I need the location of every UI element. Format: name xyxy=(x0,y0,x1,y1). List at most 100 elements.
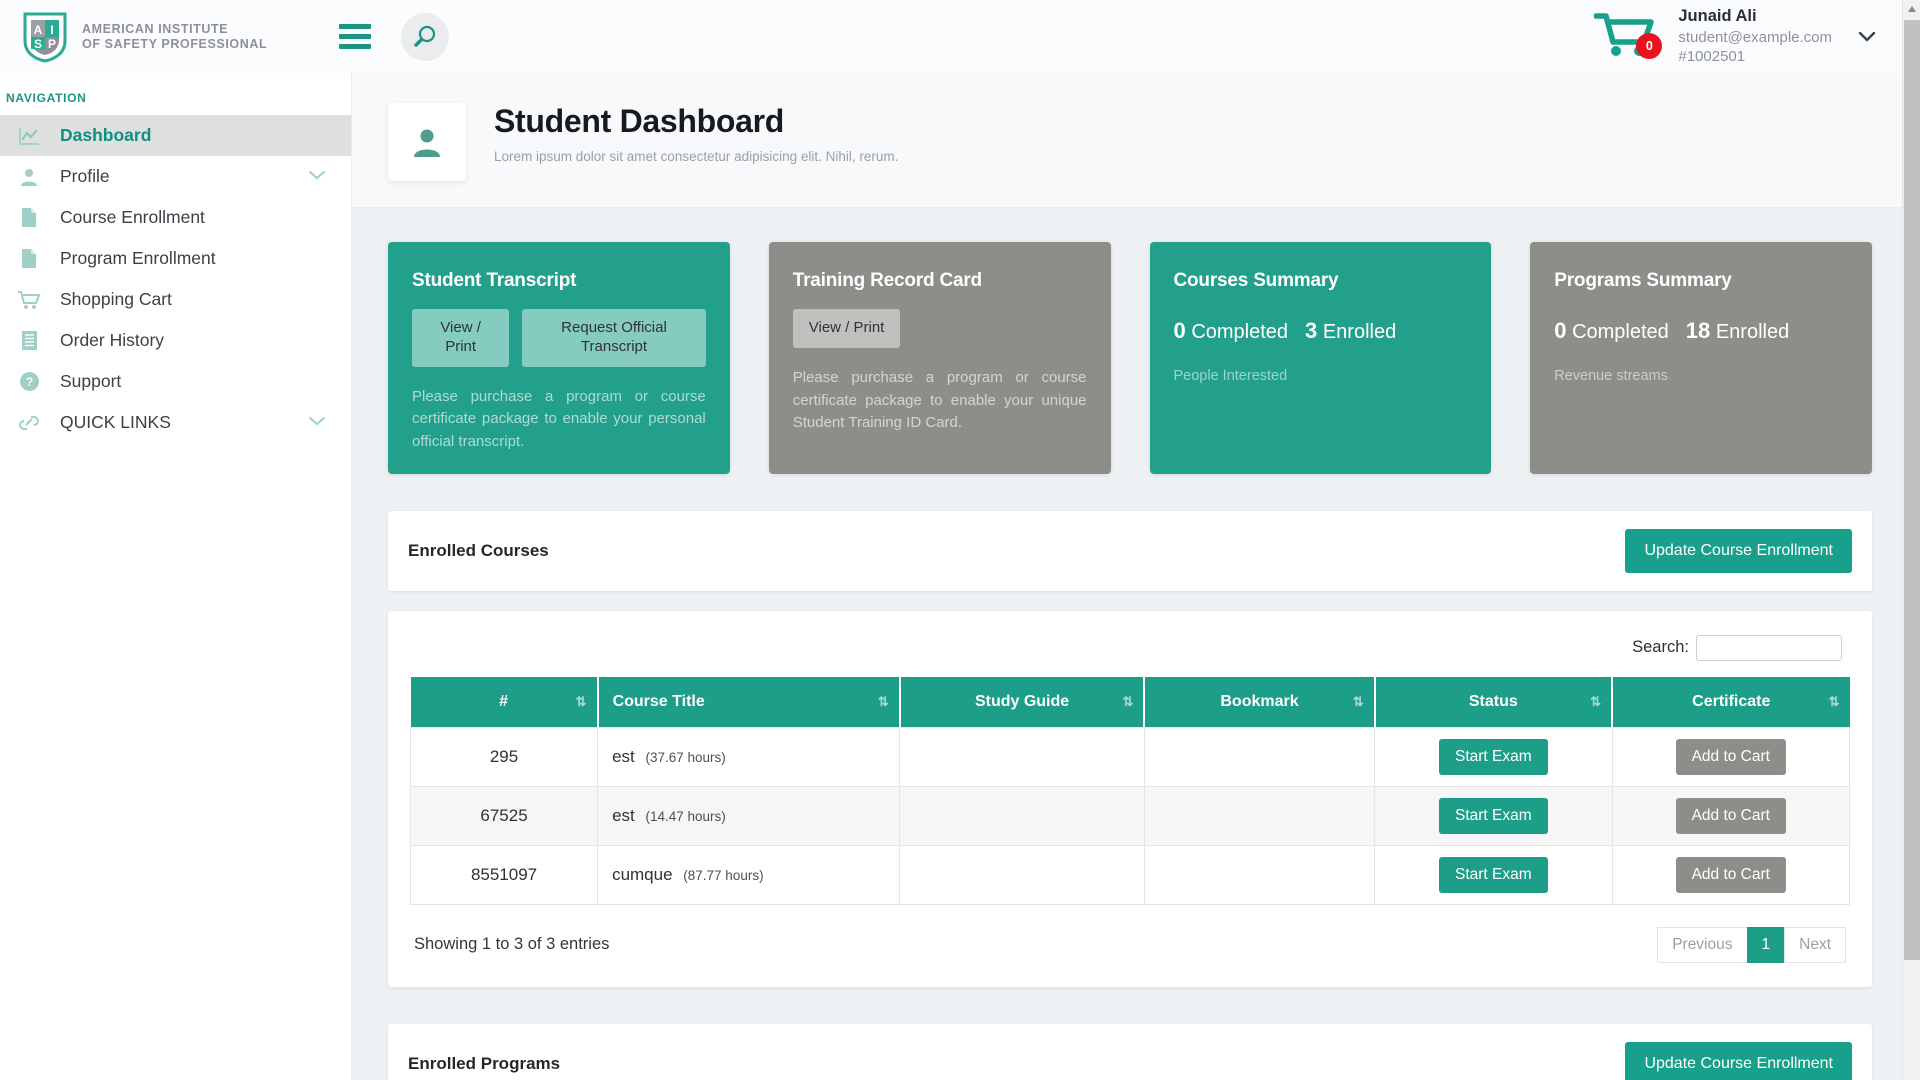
pagination-next[interactable]: Next xyxy=(1784,927,1846,963)
table-footer: Showing 1 to 3 of 3 entries Previous 1 N… xyxy=(410,905,1850,969)
sidebar-item-label: Profile xyxy=(60,166,110,187)
panel-header: Enrolled Programs Update Course Enrollme… xyxy=(388,1024,1872,1080)
sidebar-item-course-enrollment[interactable]: Course Enrollment xyxy=(0,197,351,238)
main-content: Student Dashboard Lorem ipsum dolor sit … xyxy=(352,73,1920,1080)
cell-certificate: Add to Cart xyxy=(1612,845,1849,904)
cell-study-guide xyxy=(900,786,1145,845)
hamburger-icon[interactable] xyxy=(339,24,371,49)
add-to-cart-button[interactable]: Add to Cart xyxy=(1676,857,1786,893)
update-program-enrollment-button[interactable]: Update Course Enrollment xyxy=(1625,1042,1852,1080)
hamburger-bar xyxy=(339,34,371,39)
user-info: Junaid Ali student@example.com #1002501 xyxy=(1678,6,1832,67)
column-header-bookmark[interactable]: Bookmark ⇅ xyxy=(1144,677,1374,728)
svg-text:I: I xyxy=(50,23,53,37)
link-icon xyxy=(14,413,44,433)
sidebar-item-dashboard[interactable]: Dashboard xyxy=(0,115,351,156)
user-area[interactable]: 0 Junaid Ali student@example.com #100250… xyxy=(1594,6,1920,67)
sidebar-item-program-enrollment[interactable]: Program Enrollment xyxy=(0,238,351,279)
sidebar-section-label: NAVIGATION xyxy=(0,85,351,115)
sidebar-item-support[interactable]: ? Support xyxy=(0,361,351,402)
table-head: # ⇅ Course Title ⇅ Study Guide ⇅ xyxy=(411,677,1850,728)
cell-status: Start Exam xyxy=(1375,786,1612,845)
sidebar-item-label: Course Enrollment xyxy=(60,207,205,228)
table-body: 295 est (37.67 hours) Start Exam xyxy=(411,727,1850,904)
aisp-shield-icon: A I S P xyxy=(22,11,68,63)
page-subtitle: Lorem ipsum dolor sit amet consectetur a… xyxy=(494,149,898,164)
page-scrollbar[interactable] xyxy=(1902,0,1920,1080)
search-button[interactable] xyxy=(401,13,449,61)
card-courses-summary: Courses Summary 0 Completed 3 Enrolled xyxy=(1150,242,1492,474)
sidebar-item-profile[interactable]: Profile xyxy=(0,156,351,197)
pagination-page-1[interactable]: 1 xyxy=(1747,927,1786,963)
card-subtext: Revenue streams xyxy=(1554,368,1848,384)
user-menu-chevron-down-icon[interactable] xyxy=(1856,25,1878,47)
user-avatar-icon xyxy=(410,125,444,159)
hamburger-bar xyxy=(339,24,371,29)
sidebar: NAVIGATION Dashboard Profile xyxy=(0,73,352,1080)
enrolled-label: Enrolled xyxy=(1716,321,1789,343)
update-course-enrollment-button[interactable]: Update Course Enrollment xyxy=(1625,529,1852,573)
card-title: Courses Summary xyxy=(1174,270,1468,292)
enrolled-stat: 18 Enrolled xyxy=(1686,318,1789,344)
view-print-button[interactable]: View / Print xyxy=(793,309,901,348)
column-header-number[interactable]: # ⇅ xyxy=(411,677,598,728)
cell-status: Start Exam xyxy=(1375,845,1612,904)
pagination-previous[interactable]: Previous xyxy=(1657,927,1747,963)
add-to-cart-button[interactable]: Add to Cart xyxy=(1676,739,1786,775)
card-programs-summary: Programs Summary 0 Completed 18 Enrolled xyxy=(1530,242,1872,474)
column-header-status[interactable]: Status ⇅ xyxy=(1375,677,1612,728)
chevron-down-icon[interactable] xyxy=(307,168,327,186)
top-bar: A I S P AMERICAN INSTITUTE OF SAFETY PRO… xyxy=(0,0,1920,73)
user-email: student@example.com xyxy=(1678,28,1832,48)
sidebar-item-shopping-cart[interactable]: Shopping Cart xyxy=(0,279,351,320)
svg-text:S: S xyxy=(34,37,42,51)
enrolled-value: 3 xyxy=(1305,318,1317,343)
cart-button[interactable]: 0 xyxy=(1594,12,1660,60)
view-print-button[interactable]: View / Print xyxy=(412,309,509,367)
shopping-cart-icon xyxy=(14,290,44,310)
chart-line-icon xyxy=(14,126,44,146)
start-exam-button[interactable]: Start Exam xyxy=(1439,857,1548,893)
column-header-certificate[interactable]: Certificate ⇅ xyxy=(1612,677,1849,728)
enrolled-stat: 3 Enrolled xyxy=(1305,318,1396,344)
table-row: 67525 est (14.47 hours) Start Exam xyxy=(411,786,1850,845)
sidebar-item-quick-links[interactable]: QUICK LINKS xyxy=(0,402,351,443)
column-label: Course Title xyxy=(613,693,705,710)
user-name: Junaid Ali xyxy=(1678,6,1832,28)
completed-stat: 0 Completed xyxy=(1554,318,1669,344)
column-header-study-guide[interactable]: Study Guide ⇅ xyxy=(900,677,1145,728)
course-title-text: est xyxy=(612,806,635,825)
scrollbar-thumb[interactable] xyxy=(1904,20,1920,960)
cell-number: 67525 xyxy=(411,786,598,845)
add-to-cart-button[interactable]: Add to Cart xyxy=(1676,798,1786,834)
course-hours: (87.77 hours) xyxy=(683,868,763,883)
cell-number: 8551097 xyxy=(411,845,598,904)
chevron-down-icon[interactable] xyxy=(307,414,327,432)
start-exam-button[interactable]: Start Exam xyxy=(1439,739,1548,775)
column-label: Study Guide xyxy=(975,693,1069,710)
sidebar-item-label: Support xyxy=(60,371,121,392)
card-note: Please purchase a program or course cert… xyxy=(793,367,1087,435)
scroll-up-arrow-icon[interactable] xyxy=(1903,0,1920,18)
request-official-transcript-button[interactable]: Request Official Transcript xyxy=(522,309,706,367)
card-title: Student Transcript xyxy=(412,270,706,292)
search-input[interactable] xyxy=(1696,635,1842,661)
card-actions: View / Print Request Official Transcript xyxy=(412,309,706,367)
cell-course-title: cumque (87.77 hours) xyxy=(598,845,900,904)
completed-value: 0 xyxy=(1554,318,1566,343)
svg-text:?: ? xyxy=(25,375,32,389)
table-search: Search: xyxy=(410,631,1850,677)
table-row: 8551097 cumque (87.77 hours) Start Exam xyxy=(411,845,1850,904)
card-stats: 0 Completed 18 Enrolled xyxy=(1554,318,1848,344)
start-exam-button[interactable]: Start Exam xyxy=(1439,798,1548,834)
cell-status: Start Exam xyxy=(1375,727,1612,786)
sort-icon: ⇅ xyxy=(1122,694,1131,710)
sidebar-item-order-history[interactable]: Order History xyxy=(0,320,351,361)
enrolled-courses-table: # ⇅ Course Title ⇅ Study Guide ⇅ xyxy=(410,677,1850,905)
column-label: # xyxy=(499,693,508,710)
column-header-course-title[interactable]: Course Title ⇅ xyxy=(598,677,900,728)
card-title: Programs Summary xyxy=(1554,270,1848,292)
cell-study-guide xyxy=(900,727,1145,786)
brand-logo[interactable]: A I S P AMERICAN INSTITUTE OF SAFETY PRO… xyxy=(22,11,267,63)
completed-value: 0 xyxy=(1174,318,1186,343)
